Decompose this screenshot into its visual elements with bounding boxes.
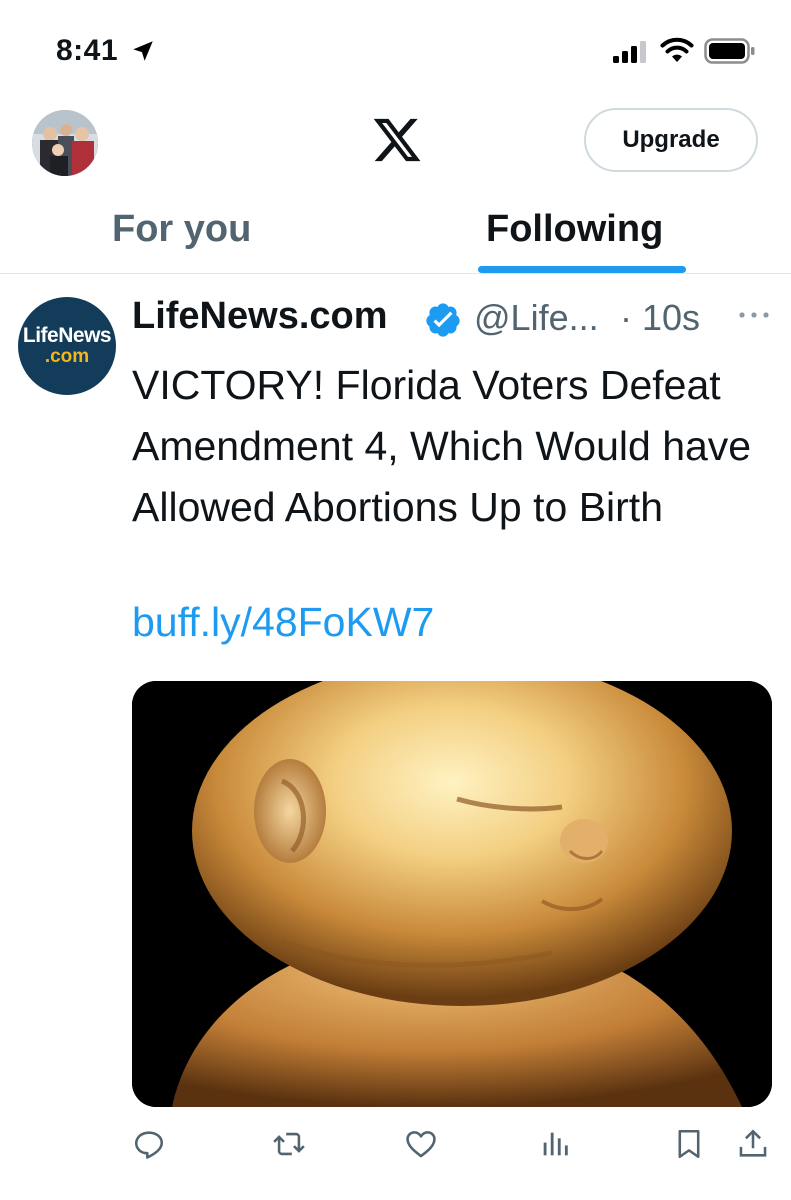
top-header: Upgrade	[0, 100, 791, 190]
more-options-icon[interactable]	[736, 309, 772, 321]
tweet[interactable]: LifeNews .com LifeNews.com @Life... · 10…	[0, 275, 791, 1200]
author-handle[interactable]: @Life...	[474, 297, 599, 339]
tweet-author-avatar[interactable]: LifeNews .com	[18, 297, 116, 395]
reply-icon	[134, 1131, 164, 1159]
verified-badge-icon	[426, 303, 460, 337]
tab-for-you[interactable]: For you	[112, 208, 251, 274]
tweet-timestamp[interactable]: · 10s	[620, 297, 700, 339]
retweet-icon	[273, 1132, 305, 1156]
status-bar: 8:41	[0, 0, 791, 100]
avatar-text-lifenews: LifeNews	[22, 324, 112, 347]
profile-avatar[interactable]	[32, 110, 98, 176]
tweet-media-image[interactable]	[132, 681, 772, 1107]
location-arrow-icon	[133, 41, 153, 61]
share-icon	[739, 1129, 767, 1157]
timeline-tabs: For you Following	[0, 190, 791, 274]
wifi-icon	[660, 37, 694, 62]
fetus-photo	[132, 681, 772, 1107]
app-screen: 8:41 Upgrade For you Following LifeNews …	[0, 0, 791, 1200]
bookmark-icon	[678, 1129, 700, 1159]
cellular-signal-icon	[613, 41, 646, 63]
reply-button[interactable]	[132, 1127, 166, 1161]
status-time: 8:41	[56, 34, 119, 67]
x-logo[interactable]	[370, 114, 424, 166]
tweet-text: VICTORY! Florida Voters Defeat Amendment…	[132, 362, 752, 530]
tweet-link[interactable]: buff.ly/48FoKW7	[132, 599, 434, 646]
tweet-header: LifeNews.com @Life... · 10s	[132, 295, 782, 345]
avatar-photo	[32, 110, 98, 176]
like-icon	[406, 1131, 436, 1158]
share-button[interactable]	[736, 1127, 770, 1161]
tweet-actions-bar	[0, 1127, 791, 1177]
like-button[interactable]	[404, 1127, 438, 1161]
battery-icon	[704, 38, 755, 64]
upgrade-button[interactable]: Upgrade	[584, 108, 758, 172]
tab-following[interactable]: Following	[486, 208, 663, 274]
views-icon	[543, 1132, 568, 1156]
author-name[interactable]: LifeNews.com	[132, 295, 388, 338]
bookmark-button[interactable]	[672, 1127, 706, 1161]
retweet-button[interactable]	[272, 1127, 306, 1161]
active-tab-indicator	[478, 266, 686, 273]
avatar-text-com: .com	[44, 346, 90, 367]
views-button[interactable]	[538, 1127, 572, 1161]
